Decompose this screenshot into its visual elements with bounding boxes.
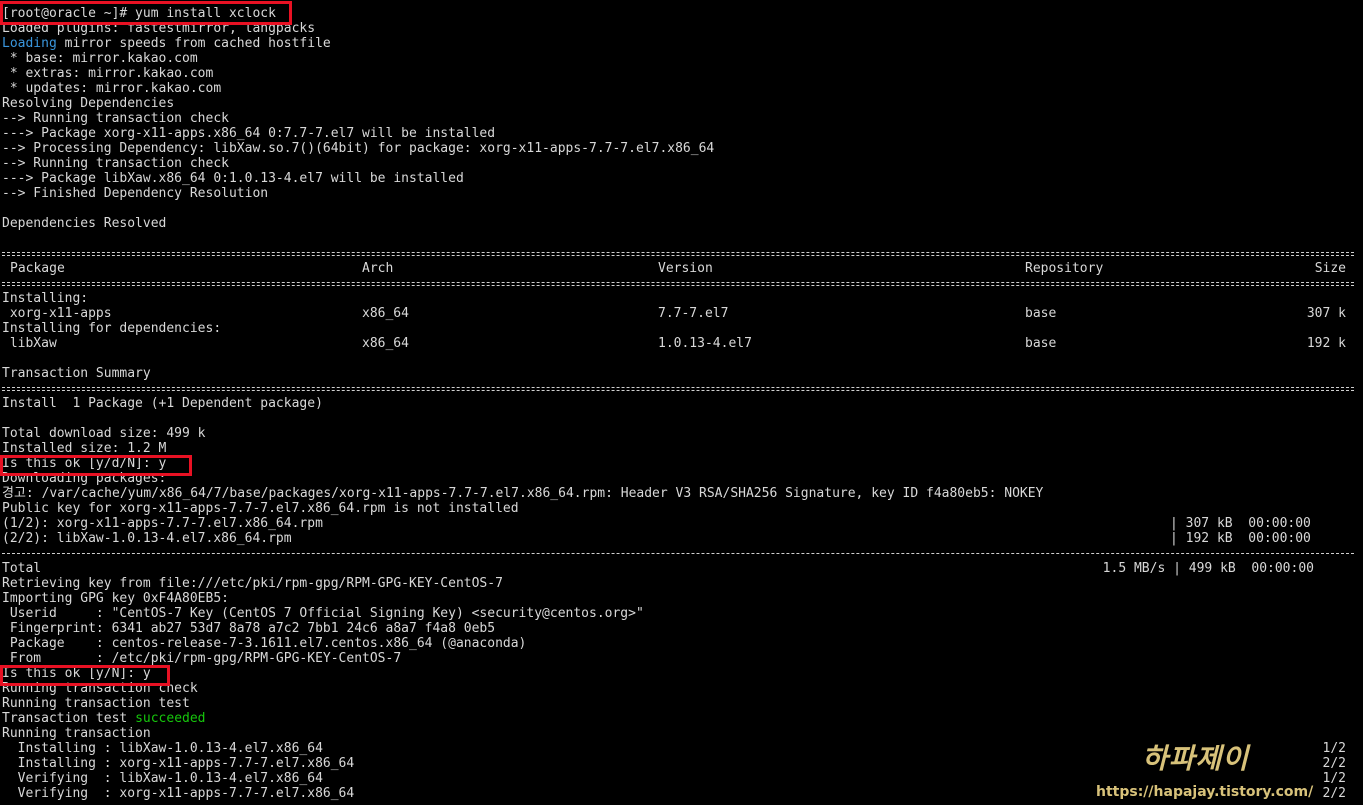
base-mirror-line: * base: mirror.kakao.com bbox=[2, 51, 198, 66]
transaction-summary-heading: Transaction Summary bbox=[2, 366, 151, 381]
transaction-step: Verifying : xorg-x11-apps-7.7-7.el7.x86_… bbox=[2, 786, 355, 801]
running-check-line: --> Running transaction check bbox=[2, 111, 229, 126]
transaction-step: Installing : libXaw-1.0.13-4.el7.x86_64 bbox=[2, 741, 323, 756]
download-stats: | 192 kB 00:00:00 bbox=[1170, 531, 1311, 546]
fingerprint-line: Fingerprint: 6341 ab27 53d7 8a78 a7c2 7b… bbox=[2, 621, 496, 636]
loading-line: Loading mirror speeds from cached hostfi… bbox=[2, 36, 331, 51]
loaded-plugins-line: Loaded plugins: fastestmirror, langpacks bbox=[2, 21, 316, 36]
column-header-repository: Repository bbox=[1025, 261, 1104, 276]
package-xorg-line: ---> Package xorg-x11-apps.x86_64 0:7.7-… bbox=[2, 126, 496, 141]
transaction-step-count: 2/2 bbox=[1322, 756, 1346, 771]
watermark-url: https://hapajay.tistory.com/ bbox=[1096, 784, 1314, 800]
warning-line: 경고: /var/cache/yum/x86_64/7/base/package… bbox=[2, 486, 1044, 501]
table-cell-version: 7.7-7.el7 bbox=[658, 306, 729, 321]
total-download-line: Total download size: 499 k bbox=[2, 426, 206, 441]
confirm-prompt-line: Is this ok [y/d/N]: y bbox=[2, 456, 167, 471]
public-key-line: Public key for xorg-x11-apps-7.7-7.el7.x… bbox=[2, 501, 519, 516]
confirm-prompt-line: Is this ok [y/N]: y bbox=[2, 666, 151, 681]
watermark-logo: 하파제이 bbox=[1142, 742, 1250, 775]
download-separator bbox=[2, 546, 1354, 561]
table-cell-size: 192 k bbox=[1306, 336, 1346, 351]
total-label: Total bbox=[2, 561, 42, 576]
column-header-version: Version bbox=[658, 261, 713, 276]
terminal-window[interactable]: [root@oracle ~]# yum install xclock Load… bbox=[0, 0, 1363, 805]
column-header-arch: Arch bbox=[362, 261, 394, 276]
installed-size-line: Installed size: 1.2 M bbox=[2, 441, 167, 456]
table-cell-repository: base bbox=[1025, 336, 1057, 351]
table-separator bbox=[2, 276, 1354, 291]
transaction-step: Verifying : libXaw-1.0.13-4.el7.x86_64 bbox=[2, 771, 323, 786]
download-name: (1/2): xorg-x11-apps-7.7-7.el7.x86_64.rp… bbox=[2, 516, 323, 531]
userid-line: Userid : "CentOS-7 Key (CentOS 7 Officia… bbox=[2, 606, 644, 621]
table-separator bbox=[2, 246, 1354, 261]
downloading-line: Downloading packages: bbox=[2, 471, 167, 486]
from-line: From : /etc/pki/rpm-gpg/RPM-GPG-KEY-Cent… bbox=[2, 651, 402, 666]
transaction-test-line: Transaction test succeeded bbox=[2, 711, 206, 726]
transaction-test-prefix: Transaction test bbox=[2, 711, 136, 726]
transaction-step: Installing : xorg-x11-apps-7.7-7.el7.x86… bbox=[2, 756, 355, 771]
retrieving-key-line: Retrieving key from file:///etc/pki/rpm-… bbox=[2, 576, 503, 591]
updates-mirror-line: * updates: mirror.kakao.com bbox=[2, 81, 222, 96]
importing-key-line: Importing GPG key 0xF4A80EB5: bbox=[2, 591, 229, 606]
install-summary-line: Install 1 Package (+1 Dependent package) bbox=[2, 396, 323, 411]
loading-word: Loading bbox=[2, 36, 57, 51]
download-stats: | 307 kB 00:00:00 bbox=[1170, 516, 1311, 531]
finished-dependency-line: --> Finished Dependency Resolution bbox=[2, 186, 269, 201]
processing-dependency-line: --> Processing Dependency: libXaw.so.7()… bbox=[2, 141, 715, 156]
table-cell-arch: x86_64 bbox=[362, 336, 409, 351]
summary-separator bbox=[2, 381, 1354, 396]
column-header-size: Size bbox=[1314, 261, 1346, 276]
running-check-line: --> Running transaction check bbox=[2, 156, 229, 171]
running-transaction-line: Running transaction bbox=[2, 726, 151, 741]
installing-label: Installing: bbox=[2, 291, 89, 306]
package-libxaw-line: ---> Package libXaw.x86_64 0:1.0.13-4.el… bbox=[2, 171, 464, 186]
column-header-package: Package bbox=[10, 261, 65, 276]
table-cell-package: xorg-x11-apps bbox=[2, 306, 112, 321]
extras-mirror-line: * extras: mirror.kakao.com bbox=[2, 66, 214, 81]
watermark: 하파제이 https://hapajay.tistory.com/ bbox=[1092, 742, 1313, 804]
running-check-line: Running transaction check bbox=[2, 681, 198, 696]
loading-rest: mirror speeds from cached hostfile bbox=[56, 36, 331, 51]
table-cell-version: 1.0.13-4.el7 bbox=[658, 336, 752, 351]
table-cell-package: libXaw bbox=[2, 336, 57, 351]
resolving-line: Resolving Dependencies bbox=[2, 96, 175, 111]
download-name: (2/2): libXaw-1.0.13-4.el7.x86_64.rpm bbox=[2, 531, 292, 546]
running-test-line: Running transaction test bbox=[2, 696, 190, 711]
transaction-test-result: succeeded bbox=[135, 711, 206, 726]
total-stats: 1.5 MB/s | 499 kB 00:00:00 bbox=[1102, 561, 1314, 576]
table-cell-arch: x86_64 bbox=[362, 306, 409, 321]
package-info-line: Package : centos-release-7-3.1611.el7.ce… bbox=[2, 636, 527, 651]
transaction-step-count: 1/2 bbox=[1322, 741, 1346, 756]
prompt-line: [root@oracle ~]# yum install xclock bbox=[2, 6, 276, 21]
dependencies-label: Installing for dependencies: bbox=[2, 321, 222, 336]
table-cell-size: 307 k bbox=[1306, 306, 1346, 321]
dependencies-resolved-line: Dependencies Resolved bbox=[2, 216, 167, 231]
table-cell-repository: base bbox=[1025, 306, 1057, 321]
